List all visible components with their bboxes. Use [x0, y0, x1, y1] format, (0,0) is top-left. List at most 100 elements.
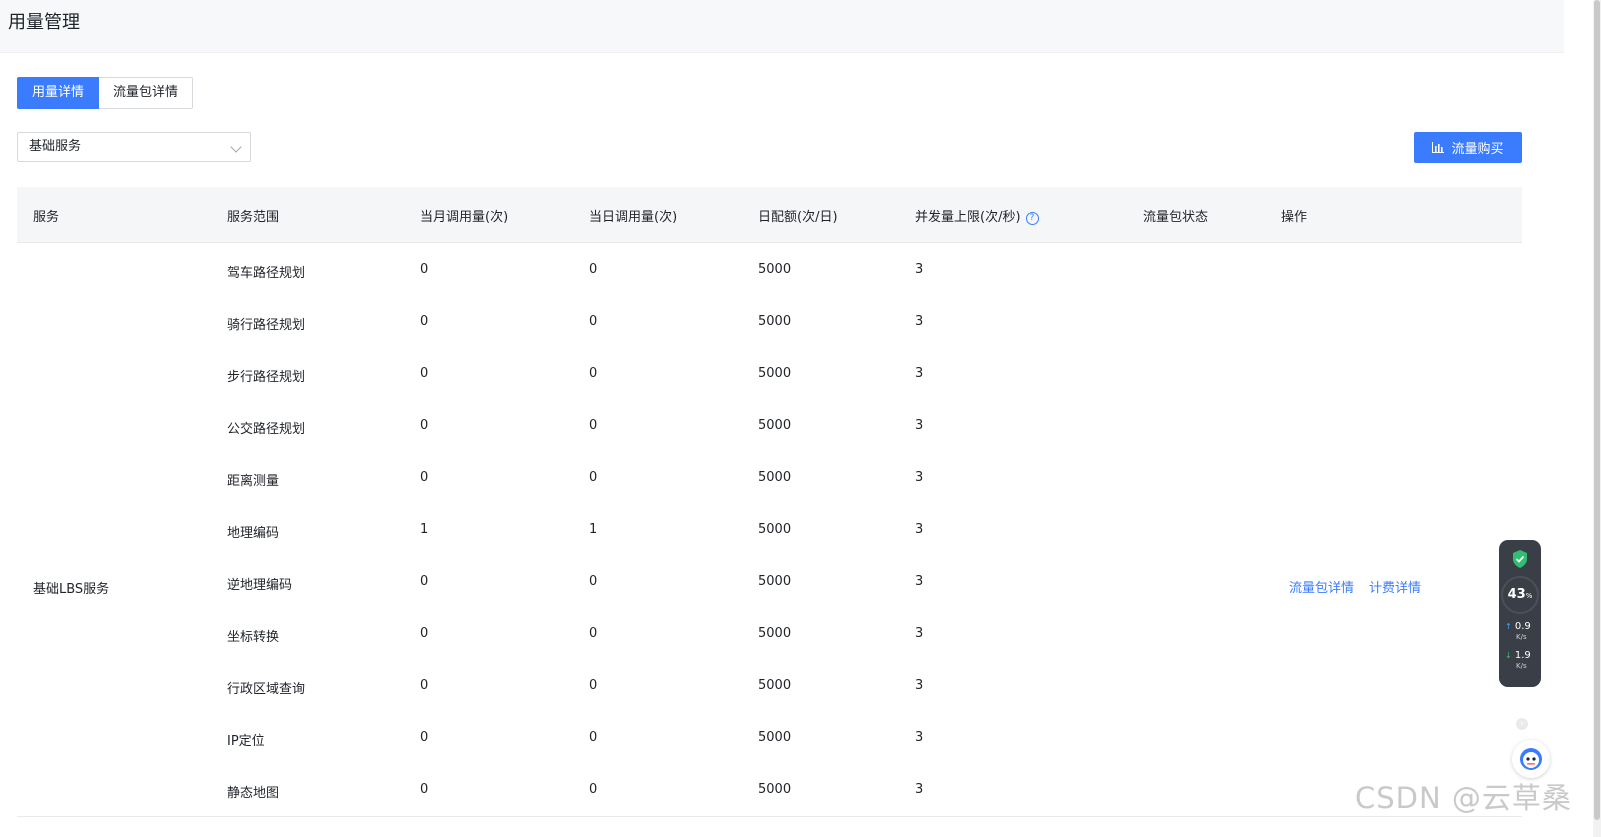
upload-speed: ↑ 0.9 K/s — [1505, 622, 1531, 642]
usage-gauge: 43% — [1501, 576, 1539, 614]
scope-cell: 逆地理编码 — [227, 578, 293, 593]
table-row: 静态地图 0 0 5000 3 — [17, 763, 1522, 815]
table-row: 地理编码 1 1 5000 3 — [17, 503, 1522, 555]
daily-usage-cell: 1 — [589, 522, 598, 537]
column-header-daily: 当日调用量(次) — [589, 210, 678, 225]
upload-speed-value: 0.9 — [1514, 621, 1531, 632]
page-title: 用量管理 — [8, 12, 80, 33]
network-monitor-widget[interactable]: 43% ↑ 0.9 K/s ↓ 1.9 K/s — [1499, 540, 1541, 687]
monthly-usage-cell: 0 — [420, 314, 429, 329]
usage-table: 服务 服务范围 当月调用量(次) 当日调用量(次) 日配额(次/日) 并发量上限… — [17, 187, 1522, 817]
table-row: 距离测量 0 0 5000 3 — [17, 451, 1522, 503]
arrow-down-icon: ↓ — [1505, 651, 1512, 660]
monthly-usage-cell: 0 — [420, 262, 429, 277]
table-row: 公交路径规划 0 0 5000 3 — [17, 399, 1522, 451]
column-header-operations: 操作 — [1281, 210, 1308, 225]
usage-percent: 43% — [1507, 587, 1533, 602]
table-row: 驾车路径规划 0 0 5000 3 — [17, 243, 1522, 295]
concurrency-limit-cell: 3 — [915, 314, 924, 329]
scope-cell: 骑行路径规划 — [227, 318, 306, 333]
daily-usage-cell: 0 — [589, 470, 598, 485]
daily-usage-cell: 0 — [589, 678, 598, 693]
concurrency-limit-cell: 3 — [915, 730, 924, 745]
daily-quota-cell: 5000 — [758, 314, 792, 329]
collapse-icon[interactable]: › — [1516, 718, 1528, 730]
daily-quota-cell: 5000 — [758, 522, 792, 537]
robot-assistant-icon — [1520, 748, 1542, 770]
download-speed-unit: K/s — [1516, 662, 1527, 670]
help-icon[interactable]: ? — [1025, 212, 1039, 225]
monthly-usage-cell: 0 — [420, 418, 429, 433]
arrow-up-icon: ↑ — [1505, 622, 1512, 631]
top-bar: 用量管理 — [0, 0, 1564, 53]
daily-usage-cell: 0 — [589, 626, 598, 641]
service-type-value: 基础服务 — [29, 139, 82, 154]
service-type-select[interactable]: 基础服务 — [17, 132, 251, 162]
daily-quota-cell: 5000 — [758, 366, 792, 381]
concurrency-limit-cell: 3 — [915, 262, 924, 277]
column-header-monthly: 当月调用量(次) — [420, 210, 509, 225]
daily-quota-cell: 5000 — [758, 418, 792, 433]
daily-usage-cell: 0 — [589, 730, 598, 745]
download-speed-value: 1.9 — [1514, 650, 1531, 661]
scrollbar[interactable] — [1593, 0, 1601, 837]
daily-usage-cell: 0 — [589, 366, 598, 381]
watermark: CSDN @云草桑 — [1355, 781, 1572, 815]
monthly-usage-cell: 0 — [420, 782, 429, 797]
daily-quota-cell: 5000 — [758, 262, 792, 277]
daily-quota-cell: 5000 — [758, 626, 792, 641]
concurrency-limit-cell: 3 — [915, 782, 924, 797]
concurrency-limit-cell: 3 — [915, 626, 924, 641]
daily-quota-cell: 5000 — [758, 470, 792, 485]
column-header-concurrency-label: 并发量上限(次/秒) — [915, 210, 1021, 225]
monthly-usage-cell: 0 — [420, 626, 429, 641]
concurrency-limit-cell: 3 — [915, 366, 924, 381]
column-header-quota: 日配额(次/日) — [758, 210, 838, 225]
scrollbar-thumb[interactable] — [1594, 0, 1600, 820]
concurrency-limit-cell: 3 — [915, 418, 924, 433]
daily-usage-cell: 0 — [589, 262, 598, 277]
daily-quota-cell: 5000 — [758, 782, 792, 797]
daily-usage-cell: 0 — [589, 418, 598, 433]
scope-cell: 距离测量 — [227, 474, 280, 489]
tab-package-details[interactable]: 流量包详情 — [99, 77, 194, 109]
tab-usage-details[interactable]: 用量详情 — [17, 77, 100, 109]
table-row: 坐标转换 0 0 5000 3 — [17, 607, 1522, 659]
concurrency-limit-cell: 3 — [915, 522, 924, 537]
column-header-concurrency: 并发量上限(次/秒)? — [915, 206, 1039, 225]
buy-traffic-button[interactable]: 流量购买 — [1414, 132, 1522, 163]
scope-cell: 坐标转换 — [227, 630, 280, 645]
scope-cell: 驾车路径规划 — [227, 266, 306, 281]
table-row: 步行路径规划 0 0 5000 3 — [17, 347, 1522, 399]
shield-check-icon — [1513, 550, 1527, 568]
monthly-usage-cell: 0 — [420, 470, 429, 485]
buy-traffic-label: 流量购买 — [1451, 142, 1504, 157]
monthly-usage-cell: 0 — [420, 366, 429, 381]
daily-quota-cell: 5000 — [758, 574, 792, 589]
scope-cell: 地理编码 — [227, 526, 280, 541]
table-header: 服务 服务范围 当月调用量(次) 当日调用量(次) 日配额(次/日) 并发量上限… — [17, 187, 1522, 243]
daily-usage-cell: 0 — [589, 314, 598, 329]
assistant-avatar[interactable] — [1512, 740, 1550, 778]
column-header-package-status: 流量包状态 — [1143, 210, 1209, 225]
daily-quota-cell: 5000 — [758, 678, 792, 693]
column-header-service: 服务 — [33, 210, 60, 225]
concurrency-limit-cell: 3 — [915, 678, 924, 693]
table-body: 基础LBS服务 流量包详情 计费详情 驾车路径规划 0 0 5000 3 骑行路径规划 0 0… — [17, 243, 1522, 817]
monthly-usage-cell: 0 — [420, 730, 429, 745]
monthly-usage-cell: 1 — [420, 522, 429, 537]
monthly-usage-cell: 0 — [420, 574, 429, 589]
download-speed: ↓ 1.9 K/s — [1505, 651, 1531, 671]
scope-cell: 行政区域查询 — [227, 682, 306, 697]
scope-cell: IP定位 — [227, 734, 265, 749]
monthly-usage-cell: 0 — [420, 678, 429, 693]
table-row: 行政区域查询 0 0 5000 3 — [17, 659, 1522, 711]
upload-speed-unit: K/s — [1516, 633, 1527, 641]
concurrency-limit-cell: 3 — [915, 470, 924, 485]
daily-usage-cell: 0 — [589, 574, 598, 589]
daily-quota-cell: 5000 — [758, 730, 792, 745]
scope-cell: 静态地图 — [227, 786, 280, 801]
tab-group: 用量详情 流量包详情 — [17, 77, 194, 109]
scope-cell: 公交路径规划 — [227, 422, 306, 437]
concurrency-limit-cell: 3 — [915, 574, 924, 589]
